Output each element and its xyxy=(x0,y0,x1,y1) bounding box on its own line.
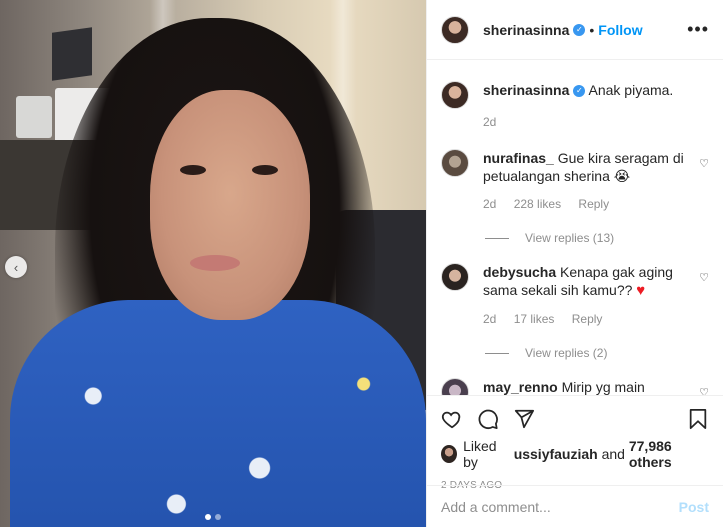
comment-username[interactable]: debysucha xyxy=(483,264,556,280)
caption-username[interactable]: sherinasinna xyxy=(483,82,569,98)
reply-button[interactable]: Reply xyxy=(578,197,609,211)
comment-likes[interactable]: 228 likes xyxy=(514,197,561,211)
comment-time: 2d xyxy=(483,197,497,211)
photo-subject xyxy=(10,300,426,527)
like-comment-heart-icon[interactable]: ♡ xyxy=(699,271,709,284)
comment-meta: 2d 228 likes Reply xyxy=(483,195,697,213)
comment-username[interactable]: nurafinas_ xyxy=(483,150,554,166)
avatar[interactable] xyxy=(441,263,469,291)
divider xyxy=(485,237,509,239)
verified-badge-icon: ✓ xyxy=(573,23,586,36)
view-replies-label: View replies (13) xyxy=(525,231,615,245)
carousel-indicator xyxy=(0,514,426,520)
avatar[interactable] xyxy=(441,15,469,44)
avatar[interactable] xyxy=(441,81,469,109)
post-caption: sherinasinna ✓ Anak piyama. 2d xyxy=(441,81,709,131)
photo-subject xyxy=(180,165,206,175)
comments-list[interactable]: sherinasinna ✓ Anak piyama. 2d nurafinas_… xyxy=(427,61,723,395)
caption-time: 2d xyxy=(483,115,497,129)
follow-button[interactable]: Follow xyxy=(598,22,642,38)
comment-bubble-icon[interactable] xyxy=(477,408,499,430)
post-header: sherinasinna ✓ • Follow ••• xyxy=(427,0,723,60)
like-heart-icon[interactable] xyxy=(441,408,463,430)
action-bar xyxy=(441,396,709,442)
verified-badge-icon: ✓ xyxy=(573,85,586,98)
avatar[interactable] xyxy=(441,149,469,177)
photo-subject xyxy=(252,165,278,175)
view-replies-button[interactable]: View replies (13) xyxy=(485,231,709,245)
post-comment-button[interactable]: Post xyxy=(679,499,709,515)
liked-by-prefix: Liked by xyxy=(463,438,497,470)
like-comment-heart-icon[interactable]: ♡ xyxy=(699,157,709,170)
photo-background xyxy=(16,96,52,138)
carousel-dot xyxy=(215,514,221,520)
red-heart-emoji-icon: ♥ xyxy=(636,282,646,299)
avatar[interactable] xyxy=(441,378,469,395)
carousel-prev-button[interactable]: ‹ xyxy=(5,256,27,278)
comment-item: debysucha Kenapa gak aging sama sekali s… xyxy=(441,263,709,328)
liked-by-summary: Liked by ussiyfauziah and 77,986 others xyxy=(441,438,709,470)
liked-by-user[interactable]: ussiyfauziah xyxy=(514,446,598,462)
add-comment-bar: Post xyxy=(427,485,723,527)
caption-text: Anak piyama. xyxy=(588,82,674,98)
photo-background xyxy=(52,27,92,81)
like-comment-heart-icon[interactable]: ♡ xyxy=(699,386,709,395)
avatar[interactable] xyxy=(441,445,458,463)
comment-likes[interactable]: 17 likes xyxy=(514,312,555,326)
comment-item: nurafinas_ Gue kira seragam di petualang… xyxy=(441,149,709,213)
chevron-left-icon: ‹ xyxy=(13,259,19,275)
comment-item: may_renno Mirip yg main petualangan sher… xyxy=(441,378,709,395)
bookmark-save-icon[interactable] xyxy=(687,408,709,430)
post-actions: Liked by ussiyfauziah and 77,986 others … xyxy=(427,395,723,527)
carousel-dot xyxy=(205,514,211,520)
view-replies-label: View replies (2) xyxy=(525,346,608,360)
crying-emoji-icon: 😭 xyxy=(613,168,631,184)
post-details-pane: sherinasinna ✓ • Follow ••• sherinasinna… xyxy=(426,0,723,527)
photo-subject xyxy=(150,90,310,320)
comment-username[interactable]: may_renno xyxy=(483,379,558,395)
comment-input[interactable] xyxy=(441,498,679,515)
comment-time: 2d xyxy=(483,312,497,326)
photo-subject xyxy=(190,255,240,271)
share-send-icon[interactable] xyxy=(513,408,535,430)
view-replies-button[interactable]: View replies (2) xyxy=(485,346,709,360)
comment-meta: 2d 17 likes Reply xyxy=(483,310,697,328)
separator: • xyxy=(589,21,595,38)
liked-by-others[interactable]: 77,986 others xyxy=(629,438,709,470)
author-username[interactable]: sherinasinna xyxy=(483,22,569,38)
post-photo[interactable]: ‹ xyxy=(0,0,426,527)
more-horizontal-icon[interactable]: ••• xyxy=(687,19,709,40)
reply-button[interactable]: Reply xyxy=(572,312,603,326)
divider xyxy=(485,352,509,354)
liked-by-and: and xyxy=(601,446,625,462)
